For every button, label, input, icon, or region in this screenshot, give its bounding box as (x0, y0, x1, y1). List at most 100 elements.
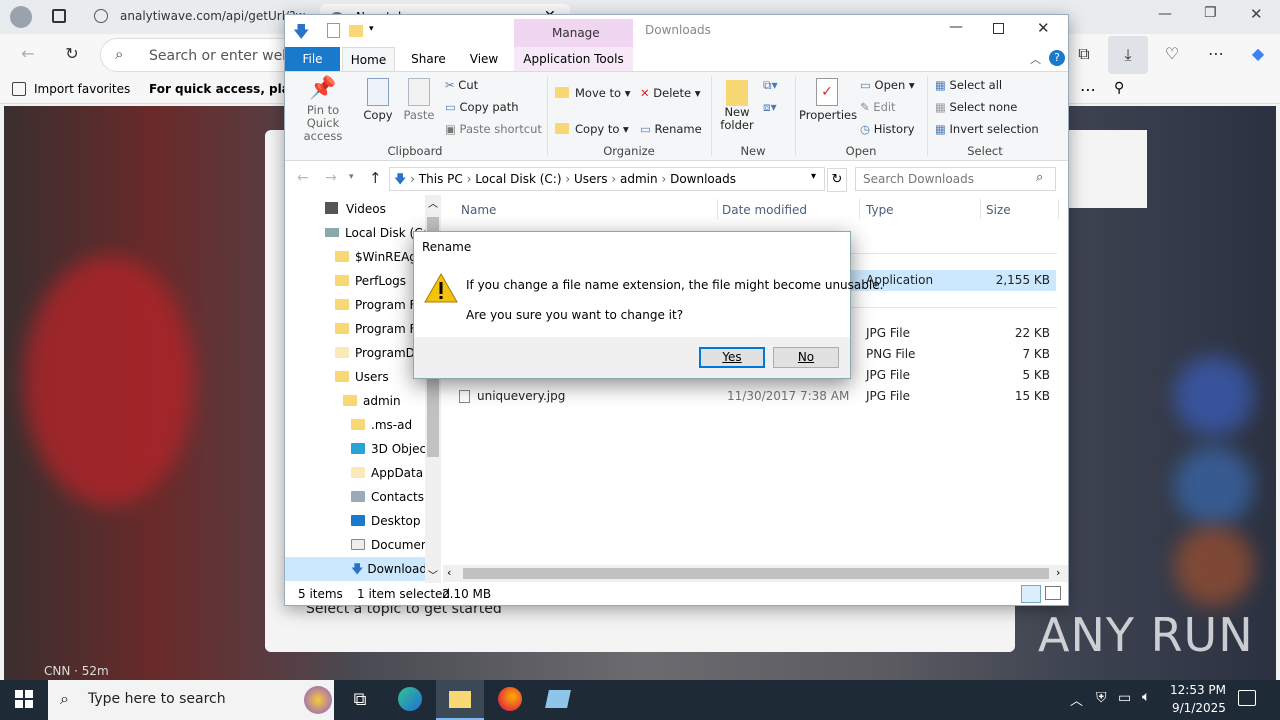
properties-button[interactable]: ✓ Properties (799, 76, 857, 140)
breadcrumb-admin[interactable]: admin (620, 172, 658, 186)
maximize-icon[interactable] (993, 23, 1004, 34)
nav-item-ms-ad[interactable]: .ms-ad (351, 413, 425, 437)
close-icon[interactable]: ✕ (1250, 5, 1263, 23)
defender-icon[interactable]: ⛨ (1096, 690, 1107, 706)
copy-button[interactable]: Copy (361, 76, 395, 140)
delete-button[interactable]: ✕ Delete ▾ (640, 86, 701, 100)
up-icon[interactable]: ↑ (369, 169, 382, 187)
cut-button[interactable]: ✂ Cut (445, 78, 478, 92)
collections-icon[interactable]: ⧉ (1072, 42, 1096, 66)
nav-item-videos[interactable]: Videos (325, 197, 386, 221)
tab-home[interactable]: Home (342, 47, 395, 71)
quick-access-down-icon[interactable]: 🡇 (293, 21, 309, 48)
address-bar[interactable]: ⌕ Search or enter web a (100, 38, 304, 72)
minimize-icon[interactable]: — (1158, 6, 1172, 22)
select-none-button[interactable]: ▦ Select none (935, 100, 1017, 114)
task-view-button[interactable]: ⧉ (336, 680, 384, 720)
history-button[interactable]: ◷ History (860, 122, 915, 136)
copy-path-button[interactable]: ▭ Copy path (445, 100, 519, 114)
folder-qa-icon[interactable] (349, 25, 363, 37)
clock-time[interactable]: 12:53 PM (1170, 683, 1226, 697)
notifications-icon[interactable] (1238, 690, 1256, 706)
large-icons-view-icon[interactable] (1045, 586, 1061, 600)
edge-taskbar-button[interactable] (386, 680, 434, 720)
help-icon[interactable]: ? (1049, 50, 1065, 66)
copy-to-button[interactable]: Copy to ▾ (555, 122, 629, 136)
network-icon[interactable]: ▭ (1118, 690, 1131, 706)
column-size[interactable]: Size (986, 203, 1011, 217)
news-item[interactable]: CNN · 52m (44, 664, 109, 678)
breadcrumb-local-disk[interactable]: Local Disk (C:) (475, 172, 561, 186)
nav-item-admin[interactable]: admin (343, 389, 425, 413)
tab-actions-icon[interactable] (52, 9, 66, 23)
address-dropdown-icon[interactable]: ▾ (811, 171, 816, 182)
details-view-icon[interactable] (1021, 585, 1041, 603)
nav-item-appdata[interactable]: AppData (351, 461, 425, 485)
open-button[interactable]: ▭ Open ▾ (860, 78, 915, 92)
nav-item-perflogs[interactable]: PerfLogs (335, 269, 425, 293)
paste-shortcut-button[interactable]: ▣ Paste shortcut (445, 122, 542, 136)
file-explorer-taskbar-button[interactable] (436, 680, 484, 720)
breadcrumb-downloads[interactable]: Downloads (670, 172, 736, 186)
performance-icon[interactable]: ♡ (1160, 42, 1184, 66)
scroll-up-icon[interactable]: ︿ (428, 195, 438, 210)
nav-item-programdata[interactable]: ProgramData (335, 341, 425, 365)
clock-date[interactable]: 9/1/2025 (1172, 701, 1226, 715)
collapse-ribbon-icon[interactable]: ︿ (1030, 51, 1041, 67)
tab-application-tools[interactable]: Application Tools (514, 47, 633, 71)
yes-button[interactable]: Yes (699, 347, 765, 368)
nav-item-program-files[interactable]: Program Files (335, 293, 425, 317)
nav-item-desktop[interactable]: Desktop (351, 509, 425, 533)
table-row[interactable]: uniquevery.jpg 11/30/2017 7:38 AM JPG Fi… (453, 386, 1056, 407)
recent-icon[interactable]: ▾ (349, 172, 354, 182)
refresh-icon[interactable]: ↻ (60, 42, 84, 66)
scroll-down-icon[interactable]: ﹀ (428, 567, 438, 582)
minimize-icon[interactable]: — (949, 19, 963, 35)
back-icon[interactable]: ← (297, 170, 309, 186)
url-bar[interactable]: analytiwave.com/api/getUrl/?w (84, 0, 305, 34)
no-button[interactable]: No (773, 347, 839, 368)
select-all-button[interactable]: ▦ Select all (935, 78, 1002, 92)
start-button[interactable] (0, 680, 48, 720)
restore-icon[interactable]: ❐ (1204, 5, 1217, 21)
nav-item-downloads[interactable]: 🡇Downloads (285, 557, 425, 581)
properties-qa-icon[interactable] (327, 23, 340, 38)
breadcrumb-users[interactable]: Users (574, 172, 608, 186)
pin-button[interactable]: 📌 Pin to Quick access (289, 76, 357, 143)
app-taskbar-button[interactable] (534, 680, 582, 720)
nav-item-winreagent[interactable]: $WinREAgent (335, 245, 425, 269)
forward-icon[interactable]: → (325, 170, 337, 186)
invert-selection-button[interactable]: ▦ Invert selection (935, 122, 1039, 136)
tab-share[interactable]: Share (401, 47, 456, 71)
more-icon[interactable]: ⋯ (1080, 80, 1096, 99)
breadcrumb-this-pc[interactable]: This PC (419, 172, 463, 186)
close-icon[interactable]: ✕ (1037, 19, 1050, 37)
qa-dropdown-icon[interactable]: ▾ (369, 24, 374, 34)
nav-item-documents[interactable]: Documents (351, 533, 425, 557)
more-icon[interactable]: ⋯ (1204, 42, 1228, 66)
move-to-button[interactable]: Move to ▾ (555, 86, 630, 100)
paste-button[interactable]: Paste (401, 76, 437, 140)
rename-button[interactable]: ▭ Rename (640, 122, 702, 136)
column-name[interactable]: Name (461, 203, 496, 217)
nav-item-3d-objects[interactable]: 3D Objects (351, 437, 425, 461)
taskbar-search[interactable]: ⌕ Type here to search (48, 680, 334, 720)
firefox-taskbar-button[interactable] (486, 680, 534, 720)
profile-avatar[interactable] (10, 6, 32, 28)
show-hidden-icons[interactable]: ︿ (1070, 690, 1083, 709)
easy-access-icon[interactable]: ⧈▾ (763, 100, 777, 115)
tab-file[interactable]: File (285, 47, 340, 71)
back-icon[interactable]: ← (16, 42, 40, 66)
scroll-left-icon[interactable]: ‹ (447, 566, 451, 579)
scroll-right-icon[interactable]: › (1056, 566, 1060, 579)
column-type[interactable]: Type (866, 203, 894, 217)
column-date-modified[interactable]: Date modified (722, 203, 807, 217)
scroll-thumb[interactable] (463, 568, 1049, 579)
import-favorites-link[interactable]: Import favorites (34, 82, 130, 96)
new-folder-button[interactable]: New folder (717, 76, 757, 140)
nav-item-program-files-x86[interactable]: Program Files (x86) (335, 317, 425, 341)
downloads-button[interactable]: ⤓ (1108, 36, 1148, 74)
search-downloads-input[interactable]: Search Downloads ⌕ (855, 167, 1056, 191)
refresh-icon[interactable]: ↻ (827, 168, 847, 192)
volume-icon[interactable]: 🔈︎ (1142, 689, 1150, 705)
